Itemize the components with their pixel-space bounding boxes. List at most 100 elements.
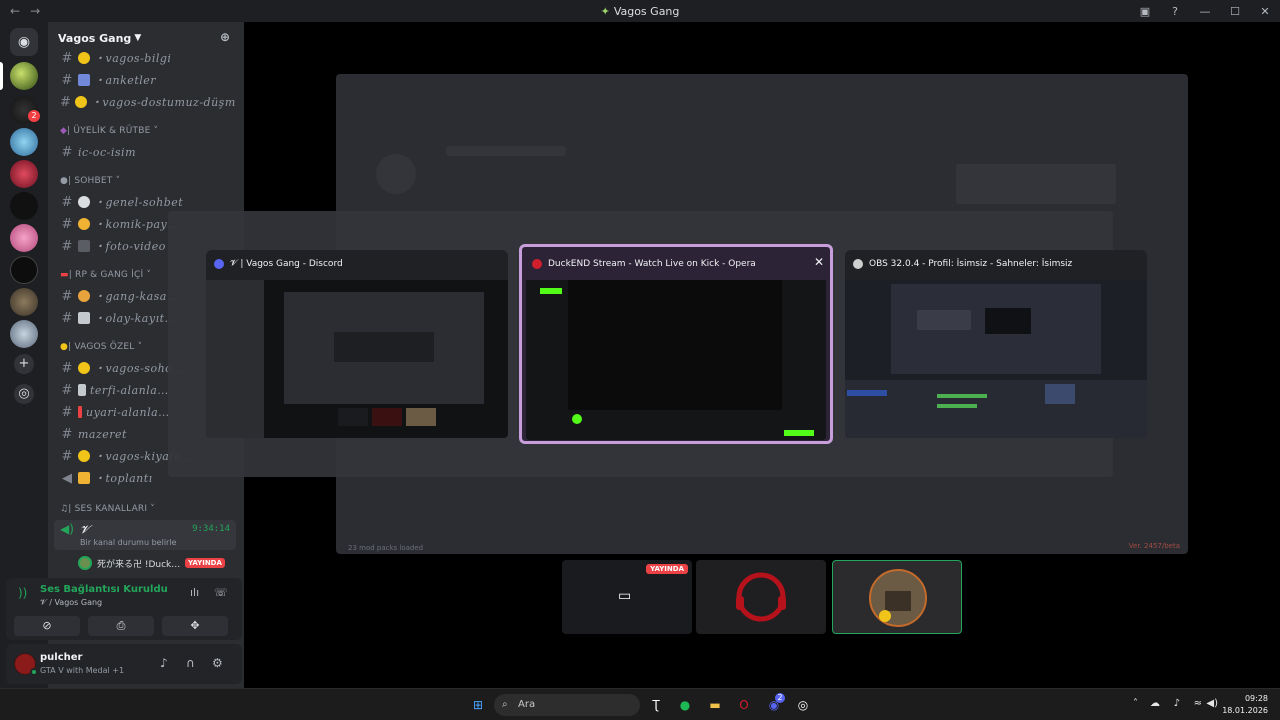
category-label: | ÜYELİK & RÜTBE: [67, 126, 151, 136]
hash-icon: #: [61, 448, 73, 464]
laugh-emoji-icon: [78, 218, 90, 230]
category-uyelik[interactable]: ◆| ÜYELİK & RÜTBE ˅: [60, 126, 158, 136]
tiktok-icon[interactable]: Ʈ: [647, 696, 665, 714]
channel-item[interactable]: # ・genel-sohbet: [60, 192, 236, 212]
taskbar: ⊞ ⌕ Ara Ʈ ● ▬ O ◉ 2 ◎ ˄ ☁ ♪ ≈ ◀) 09:28 18…: [0, 688, 1280, 720]
participant-tile-3[interactable]: [832, 560, 962, 634]
switcher-window-title: OBS 32.0.4 - Profil: İsimsiz - Sahneler:…: [869, 259, 1073, 269]
server-icon-5[interactable]: [10, 192, 38, 220]
taskbar-clock[interactable]: 09:28 18.01.2026: [1222, 693, 1268, 717]
server-icon-8[interactable]: [10, 288, 38, 316]
wifi-icon[interactable]: ≈: [1194, 698, 1202, 709]
hash-icon: #: [61, 310, 73, 326]
category-sohbet[interactable]: ●| SOHBET ˅: [60, 176, 120, 186]
online-status-icon: [30, 668, 38, 676]
hash-icon: #: [61, 238, 73, 254]
server-icon-7[interactable]: [10, 256, 38, 284]
channel-name: ・olay-kayıt…: [94, 312, 177, 325]
headphones-icon[interactable]: ∩: [186, 656, 195, 670]
window-thumbnail: [845, 280, 1147, 438]
discord-home-icon[interactable]: ◉: [10, 28, 38, 56]
headphones-avatar-icon: [736, 572, 786, 622]
discord-icon: [214, 259, 224, 269]
help-icon[interactable]: ?: [1160, 5, 1190, 18]
window-titlebar: ← → ✦ Vagos Gang ▣ ? — ☐ ✕: [0, 0, 1280, 22]
camera-off-button[interactable]: ⊘: [14, 616, 80, 636]
hash-icon: #: [61, 194, 73, 210]
obs-icon[interactable]: ◎: [794, 696, 812, 714]
windows-start-icon[interactable]: ⊞: [469, 696, 487, 714]
window-thumbnail: [206, 280, 508, 438]
voice-connection-status[interactable]: Ses Bağlantısı Kuruldu: [40, 584, 168, 595]
server-icon-vagos[interactable]: [10, 62, 38, 90]
voice-connection-location[interactable]: 𝓥 / Vagos Gang: [40, 598, 102, 608]
noise-suppression-icon[interactable]: ılı: [190, 586, 199, 599]
speech-emoji-icon: [78, 196, 90, 208]
channel-item[interactable]: # ic-oc-isim: [60, 142, 236, 162]
channel-item[interactable]: # ・anketler: [60, 70, 236, 90]
search-icon: ⌕: [502, 699, 508, 710]
discord-badge: 2: [775, 693, 785, 703]
discover-icon[interactable]: ◎: [14, 384, 34, 404]
lock-emoji-icon: [78, 472, 90, 484]
switcher-window-discord[interactable]: 𝓥 | Vagos Gang - Discord: [206, 250, 508, 438]
voice-status-hint[interactable]: Bir kanal durumu belirle: [80, 538, 176, 547]
channel-item[interactable]: # ・vagos-bilgi: [60, 48, 236, 68]
spotify-icon[interactable]: ●: [676, 696, 694, 714]
minimize-button[interactable]: —: [1190, 5, 1220, 18]
channel-name: ・foto-video: [94, 240, 166, 253]
channel-name: terfi-alanla…: [90, 383, 169, 397]
settings-gear-icon[interactable]: ⚙: [212, 656, 223, 670]
server-icon-3[interactable]: [10, 128, 38, 156]
channel-name: mazeret: [78, 427, 127, 441]
microphone-icon[interactable]: ♪: [1174, 698, 1180, 709]
invite-people-icon[interactable]: ⊕: [220, 30, 230, 44]
inbox-icon[interactable]: ▣: [1130, 5, 1160, 18]
hash-icon: #: [61, 288, 73, 304]
file-explorer-icon[interactable]: ▬: [706, 696, 724, 714]
channel-item[interactable]: # ・vagos-dostumuz-düşm…: [60, 92, 236, 112]
channel-emoji-icon: [78, 52, 90, 64]
activities-button[interactable]: ✥: [162, 616, 228, 636]
monitor-icon: ▭: [618, 588, 632, 604]
category-ozel[interactable]: ●| VAGOS ÖZEL ˅: [60, 342, 142, 352]
hash-icon: #: [61, 50, 73, 66]
category-ses[interactable]: ♫| SES KANALLARI ˅: [60, 504, 155, 514]
server-badge: 2: [28, 110, 40, 122]
chevron-down-icon: ▼: [134, 33, 142, 43]
username[interactable]: pulcher: [40, 652, 82, 663]
user-panel: pulcher GTA V with Medal +1 ♪ ∩ ⚙: [6, 644, 242, 684]
maximize-button[interactable]: ☐: [1220, 5, 1250, 18]
leaf-icon: ✦: [600, 4, 610, 18]
volume-icon[interactable]: ◀): [1206, 698, 1218, 709]
chevron-up-icon[interactable]: ˄: [1133, 698, 1138, 709]
window-controls: ▣ ? — ☐ ✕: [1130, 0, 1280, 22]
server-icon-9[interactable]: [10, 320, 38, 348]
participant-tile-stream[interactable]: ▭ YAYINDA: [562, 560, 692, 634]
add-server-icon[interactable]: +: [14, 354, 34, 374]
close-window-icon[interactable]: ✕: [814, 255, 824, 269]
cloud-icon[interactable]: ☁: [1150, 698, 1160, 709]
disconnect-icon[interactable]: ☏: [214, 586, 228, 599]
share-screen-button[interactable]: ⎙: [88, 616, 154, 636]
document-emoji-icon: [78, 312, 90, 324]
taskbar-search[interactable]: ⌕ Ara: [494, 694, 640, 716]
hash-icon: #: [61, 382, 73, 398]
switcher-window-opera[interactable]: DuckEND Stream - Watch Live on Kick - Op…: [519, 244, 833, 444]
participant-tile-2[interactable]: [696, 560, 826, 634]
close-button[interactable]: ✕: [1250, 5, 1280, 18]
obs-icon: [853, 259, 863, 269]
voice-member[interactable]: 死が来る卍 !Duck… YAYINDA: [78, 554, 238, 572]
server-icon-4[interactable]: [10, 160, 38, 188]
voice-channel-active[interactable]: ◀) 𝓥 9:34:14 Bir kanal durumu belirle: [54, 520, 236, 550]
category-label: | SOHBET: [68, 176, 113, 186]
microphone-icon[interactable]: ♪: [160, 656, 168, 670]
hash-icon: #: [61, 72, 73, 88]
moneybag-emoji-icon: [78, 290, 90, 302]
category-label: | SES KANALLARI: [68, 504, 148, 514]
category-rp[interactable]: ▬| RP & GANG İÇİ ˅: [60, 270, 151, 280]
switcher-window-obs[interactable]: OBS 32.0.4 - Profil: İsimsiz - Sahneler:…: [845, 250, 1147, 438]
opera-icon[interactable]: O: [735, 696, 753, 714]
channel-emoji-icon: [78, 362, 90, 374]
server-icon-6[interactable]: [10, 224, 38, 252]
